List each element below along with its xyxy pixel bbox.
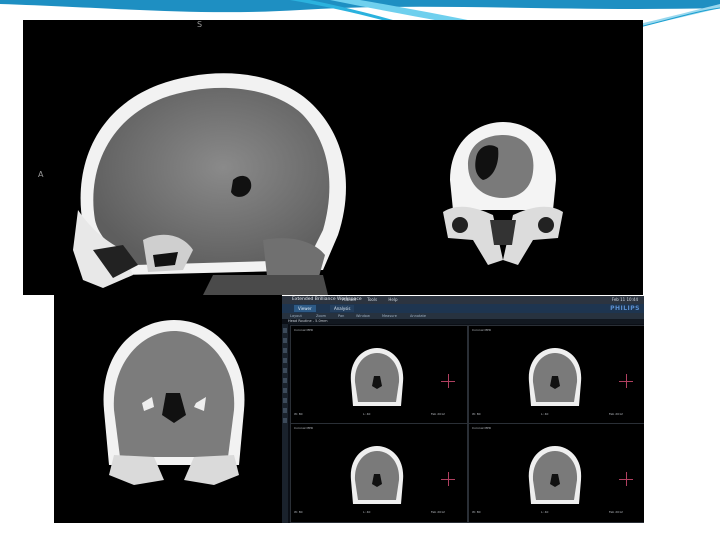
reference-crosshair-icon	[441, 472, 455, 486]
viewport-ct-thumbnail	[350, 446, 404, 504]
study-date-readout: Feb 2012	[431, 510, 445, 514]
side-tool-icon[interactable]	[283, 378, 287, 383]
ct-sagittal-coronal-panel: S A	[23, 20, 643, 295]
reference-crosshair-icon	[441, 374, 455, 388]
side-tool-icon[interactable]	[283, 328, 287, 333]
viewport-caption: Coronal MPR	[472, 426, 491, 430]
menu-patient[interactable]: Patient	[342, 297, 356, 302]
side-tool-icon[interactable]	[283, 408, 287, 413]
vendor-logo: PHILIPS	[610, 305, 640, 312]
side-tool-icon[interactable]	[283, 398, 287, 403]
workstation-menubar: Extended Brilliance Workspace Patient To…	[282, 296, 644, 304]
window-width-readout: W: 80	[472, 412, 481, 416]
viewport-bottom-right[interactable]: Coronal MPR W: 80 L: 40 Feb 2012	[468, 423, 644, 523]
viewport-bottom-left[interactable]: Coronal MPR W: 80 L: 40 Feb 2012	[290, 423, 468, 523]
coronal-brain-ct-image	[103, 320, 245, 485]
sagittal-ct-image	[73, 73, 346, 295]
menu-tools[interactable]: Tools	[367, 297, 377, 302]
side-tool-icon[interactable]	[283, 358, 287, 363]
side-tool-icon[interactable]	[283, 338, 287, 343]
side-tool-icon[interactable]	[283, 418, 287, 423]
orientation-label-top: S	[197, 20, 203, 29]
study-date-readout: Feb 2012	[609, 412, 623, 416]
window-width-readout: W: 80	[294, 412, 303, 416]
series-info-bar: Head Routine - 5.0mm	[288, 319, 644, 324]
workstation-clock: Feb 11 10:44	[611, 297, 638, 302]
window-width-readout: W: 80	[294, 510, 303, 514]
study-date-readout: Feb 2012	[609, 510, 623, 514]
tab-viewer[interactable]: Viewer	[294, 305, 316, 312]
side-tool-icon[interactable]	[283, 348, 287, 353]
menu-help[interactable]: Help	[388, 297, 397, 302]
window-width-readout: W: 80	[472, 510, 481, 514]
viewport-caption: Coronal MPR	[472, 328, 491, 332]
window-level-readout: L: 40	[363, 510, 371, 514]
coronal-bone-ct-image	[443, 122, 563, 265]
side-tool-icon[interactable]	[283, 368, 287, 373]
side-tool-icon[interactable]	[283, 388, 287, 393]
workstation-tab-bar: Viewer Analysis PHILIPS	[282, 304, 644, 313]
ct-coronal-brain-panel	[54, 295, 282, 523]
orientation-label-left: A	[38, 170, 44, 179]
window-level-readout: L: 40	[541, 412, 549, 416]
viewport-caption: Coronal MPR	[294, 426, 313, 430]
window-level-readout: L: 40	[363, 412, 371, 416]
window-level-readout: L: 40	[541, 510, 549, 514]
imaging-workstation: Extended Brilliance Workspace Patient To…	[282, 296, 644, 523]
viewport-top-left[interactable]: Coronal MPR W: 80 L: 40 Feb 2012	[290, 325, 468, 425]
tab-analysis[interactable]: Analysis	[330, 305, 355, 312]
workstation-side-toolbar	[282, 324, 288, 523]
viewport-ct-thumbnail	[528, 446, 582, 504]
viewport-ct-thumbnail	[528, 348, 582, 406]
viewport-top-right[interactable]: Coronal MPR W: 80 L: 40 Feb 2012	[468, 325, 644, 425]
study-date-readout: Feb 2012	[431, 412, 445, 416]
viewport-caption: Coronal MPR	[294, 328, 313, 332]
reference-crosshair-icon	[619, 472, 633, 486]
reference-crosshair-icon	[619, 374, 633, 388]
viewport-ct-thumbnail	[350, 348, 404, 406]
